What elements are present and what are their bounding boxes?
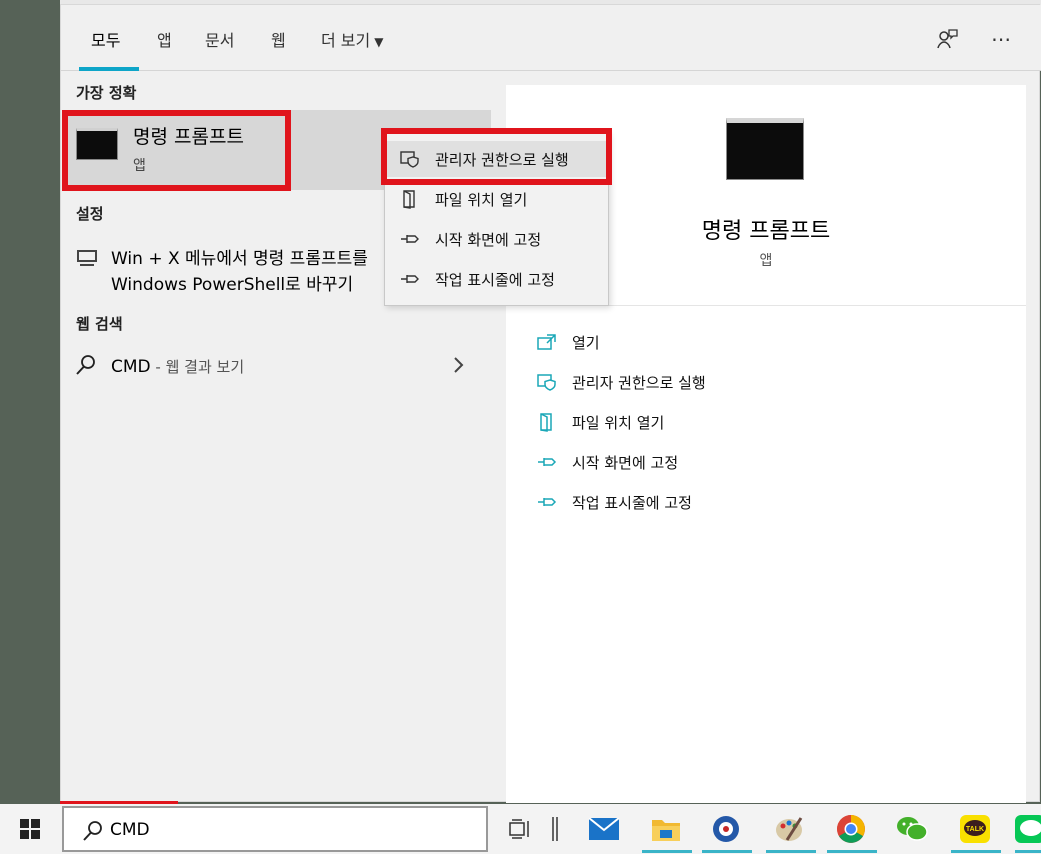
action-open-file-location-label: 파일 위치 열기 bbox=[572, 413, 665, 432]
context-run-as-admin-label: 관리자 권한으로 실행 bbox=[435, 150, 569, 169]
context-pin-start[interactable]: 시작 화면에 고정 bbox=[385, 221, 608, 257]
best-match-heading: 가장 정확 bbox=[76, 84, 137, 102]
svg-text:TALK: TALK bbox=[966, 826, 984, 833]
action-run-as-admin[interactable]: 관리자 권한으로 실행 bbox=[536, 367, 706, 397]
context-menu: 관리자 권한으로 실행 파일 위치 열기 시작 화면에 고정 작업 표시줄에 고… bbox=[384, 132, 609, 306]
wechat-icon[interactable] bbox=[894, 812, 930, 846]
settings-heading: 설정 bbox=[76, 205, 104, 223]
task-view-icon[interactable] bbox=[502, 812, 538, 846]
line-icon[interactable] bbox=[1015, 812, 1041, 846]
best-match-type: 앱 bbox=[133, 158, 146, 174]
context-open-file-location-label: 파일 위치 열기 bbox=[435, 190, 528, 209]
folder-icon bbox=[399, 189, 421, 209]
taskbar-divider-icon bbox=[540, 812, 570, 846]
tab-documents[interactable]: 문서 bbox=[205, 27, 234, 51]
context-open-file-location[interactable]: 파일 위치 열기 bbox=[385, 181, 608, 217]
mail-icon[interactable] bbox=[586, 812, 622, 846]
command-prompt-large-icon bbox=[726, 118, 804, 180]
running-indicator bbox=[702, 850, 752, 853]
running-indicator bbox=[766, 850, 816, 853]
shield-icon bbox=[399, 150, 421, 168]
context-pin-start-label: 시작 화면에 고정 bbox=[435, 230, 542, 249]
taskbar: CMD TALK bbox=[0, 804, 1041, 854]
search-tabs: 모두 앱 문서 웹 더 보기 ▼ ⋯ bbox=[61, 5, 1041, 71]
action-open-label: 열기 bbox=[572, 333, 600, 352]
phone-app-icon[interactable] bbox=[708, 812, 744, 846]
running-indicator bbox=[827, 850, 877, 853]
pin-icon bbox=[399, 272, 421, 286]
action-open-file-location[interactable]: 파일 위치 열기 bbox=[536, 407, 664, 437]
kakaotalk-icon[interactable]: TALK bbox=[957, 812, 993, 846]
shield-icon bbox=[536, 371, 558, 393]
paint-icon[interactable] bbox=[772, 812, 808, 846]
tab-all[interactable]: 모두 bbox=[91, 27, 120, 51]
web-suffix: - 웹 결과 보기 bbox=[150, 358, 245, 376]
action-pin-start-label: 시작 화면에 고정 bbox=[572, 453, 679, 472]
more-options-icon[interactable]: ⋯ bbox=[987, 25, 1015, 53]
caret-down-icon: ▼ bbox=[374, 35, 384, 49]
search-panel: 모두 앱 문서 웹 더 보기 ▼ ⋯ 가장 정확 명령 프롬프트 앱 설정 Win… bbox=[60, 4, 1041, 803]
best-match-name: 명령 프롬프트 bbox=[133, 126, 244, 148]
action-open[interactable]: 열기 bbox=[536, 327, 600, 357]
chrome-icon[interactable] bbox=[833, 812, 869, 846]
web-search-heading: 웹 검색 bbox=[76, 315, 123, 333]
active-tab-indicator bbox=[79, 67, 139, 71]
windows-logo-icon bbox=[20, 819, 40, 839]
search-icon bbox=[82, 820, 104, 847]
search-input[interactable]: CMD bbox=[110, 820, 150, 840]
search-icon bbox=[75, 354, 97, 380]
tab-apps[interactable]: 앱 bbox=[157, 27, 172, 51]
running-indicator bbox=[951, 850, 1001, 853]
taskbar-search-box[interactable]: CMD bbox=[62, 806, 488, 852]
pin-icon bbox=[536, 491, 558, 513]
context-run-as-admin[interactable]: 관리자 권한으로 실행 bbox=[385, 141, 608, 177]
action-run-as-admin-label: 관리자 권한으로 실행 bbox=[572, 373, 706, 392]
feedback-icon[interactable] bbox=[933, 25, 961, 53]
start-button[interactable] bbox=[0, 804, 60, 854]
settings-result-line1: Win + X 메뉴에서 명령 프롬프트를 bbox=[111, 249, 368, 269]
action-pin-start[interactable]: 시작 화면에 고정 bbox=[536, 447, 678, 477]
taskbar-settings-icon bbox=[77, 250, 97, 266]
running-indicator bbox=[642, 850, 692, 853]
command-prompt-icon bbox=[76, 128, 118, 160]
tab-more[interactable]: 더 보기 ▼ bbox=[321, 27, 383, 51]
action-pin-taskbar[interactable]: 작업 표시줄에 고정 bbox=[536, 487, 692, 517]
settings-result-line2: Windows PowerShell로 바꾸기 bbox=[111, 275, 354, 295]
web-search-result[interactable]: CMD - 웹 결과 보기 bbox=[61, 348, 491, 388]
pin-icon bbox=[536, 451, 558, 473]
chevron-right-icon[interactable] bbox=[453, 356, 465, 379]
running-indicator bbox=[1015, 850, 1041, 853]
tab-more-label: 더 보기 bbox=[321, 31, 371, 50]
context-pin-taskbar[interactable]: 작업 표시줄에 고정 bbox=[385, 261, 608, 297]
action-pin-taskbar-label: 작업 표시줄에 고정 bbox=[572, 493, 692, 512]
web-query: CMD bbox=[111, 357, 151, 377]
file-explorer-icon[interactable] bbox=[648, 812, 684, 846]
folder-icon bbox=[536, 411, 558, 433]
pin-icon bbox=[399, 232, 421, 246]
web-search-text: CMD - 웹 결과 보기 bbox=[111, 356, 244, 377]
tab-web[interactable]: 웹 bbox=[271, 27, 286, 51]
open-icon bbox=[536, 331, 558, 353]
context-pin-taskbar-label: 작업 표시줄에 고정 bbox=[435, 270, 555, 289]
